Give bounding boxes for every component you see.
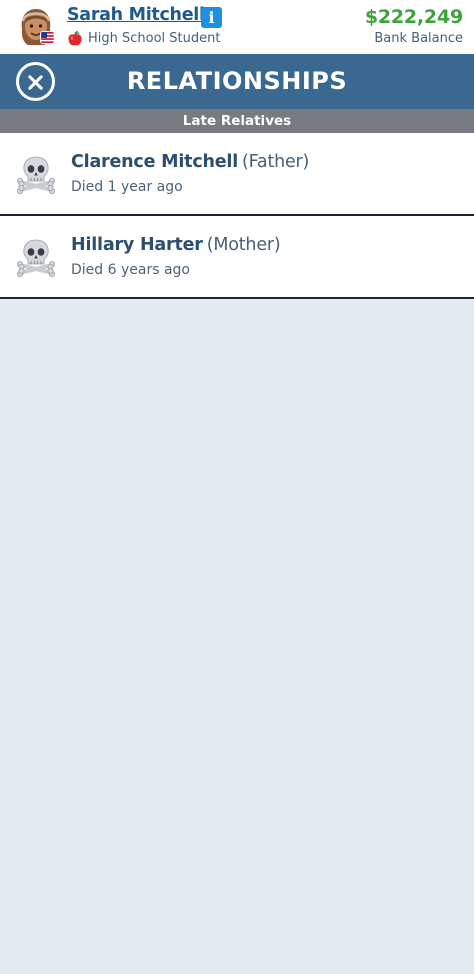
apple-icon	[68, 31, 82, 46]
section-header-late-relatives: Late Relatives	[0, 109, 474, 133]
bank-balance-label: Bank Balance	[374, 31, 463, 46]
bank-balance-value: $222,249	[364, 6, 463, 28]
skull-crossbones-icon	[17, 239, 56, 277]
top-status-bar: Sarah Mitchell i High School Student $22…	[0, 0, 474, 54]
info-icon[interactable]: i	[201, 7, 222, 28]
relative-role: (Mother)	[206, 235, 281, 255]
occupation-label: High School Student	[88, 31, 221, 46]
character-name-link[interactable]: Sarah Mitchell	[67, 5, 205, 25]
relative-name-text: Clarence Mitchell	[71, 152, 239, 172]
page-title: RELATIONSHIPS	[126, 67, 348, 95]
relative-role: (Father)	[242, 152, 310, 172]
relative-status: Died 6 years ago	[71, 262, 190, 278]
list-item[interactable]: Hillary Harter (Mother) Died 6 years ago	[0, 216, 474, 299]
list-item[interactable]: Clarence Mitchell (Father) Died 1 year ag…	[0, 133, 474, 216]
relatives-list: Clarence Mitchell (Father) Died 1 year ag…	[0, 133, 474, 299]
us-flag-icon	[40, 31, 55, 44]
close-icon[interactable]	[16, 62, 55, 101]
relative-name: Hillary Harter (Mother)	[71, 235, 281, 255]
page-header: RELATIONSHIPS	[0, 54, 474, 109]
relative-name: Clarence Mitchell (Father)	[71, 152, 309, 172]
relative-name-text: Hillary Harter	[71, 235, 203, 255]
relative-status: Died 1 year ago	[71, 179, 183, 195]
skull-crossbones-icon	[17, 156, 56, 194]
